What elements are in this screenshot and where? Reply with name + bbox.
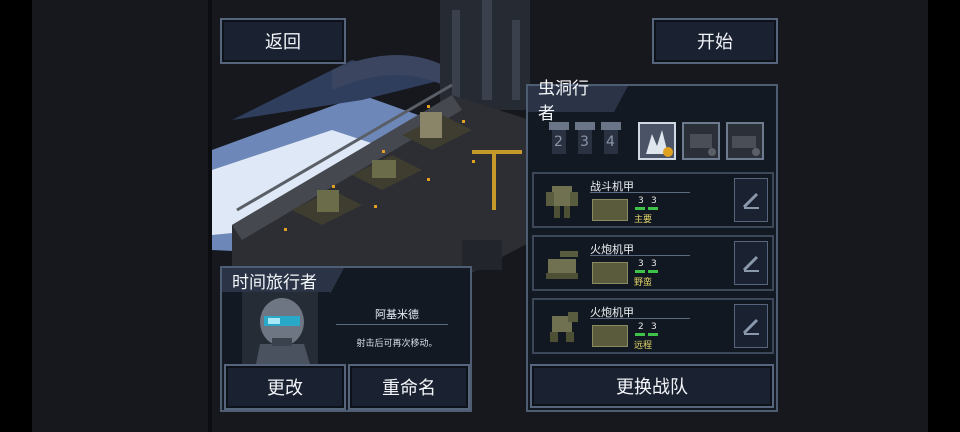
rename-button[interactable]: 重命名 (348, 364, 470, 410)
pilot-slot-4-number: 4 (606, 134, 615, 150)
pencil-icon (742, 318, 759, 335)
unit-stat-b: 3 (651, 259, 657, 269)
pilot-name: 阿基米德 (375, 308, 419, 321)
pilot-slot-2-number: 2 (554, 134, 563, 150)
divider (590, 255, 690, 256)
stat-bar (648, 333, 658, 336)
edit-unit-button[interactable] (734, 241, 768, 285)
stat-bar (635, 270, 645, 273)
combat-mech-icon (546, 186, 578, 218)
unit-row[interactable]: 火炮机甲 2 3 远程 (532, 298, 774, 354)
pencil-icon (742, 192, 759, 209)
divider (336, 324, 448, 325)
stat-bar (635, 333, 645, 336)
pilot-avatar-icon (242, 292, 318, 364)
artillery-mech-icon (546, 251, 578, 279)
divider (590, 192, 690, 193)
unit-stat-a: 3 (638, 196, 644, 206)
pilot-title: 时间旅行者 (222, 268, 344, 294)
weapon-icon[interactable] (592, 325, 628, 347)
unit-stat-a: 3 (638, 259, 644, 269)
hangar-background (32, 0, 928, 432)
island-icon-locked[interactable] (682, 122, 720, 160)
unit-row[interactable]: 战斗机甲 3 3 主要 (532, 172, 774, 228)
swap-squad-button[interactable]: 更换战队 (530, 364, 774, 408)
stat-bar (648, 270, 658, 273)
unit-stat-b: 3 (651, 196, 657, 206)
pencil-icon (742, 255, 759, 272)
unit-stat-a: 2 (638, 322, 644, 332)
crystal-icon[interactable] (638, 122, 676, 160)
edit-unit-button[interactable] (734, 178, 768, 222)
stat-bar (648, 207, 658, 210)
pilot-slot-3[interactable]: 3 (572, 122, 598, 156)
unit-row[interactable]: 火炮机甲 3 3 野蛮 (532, 235, 774, 291)
unit-stat-b: 3 (651, 322, 657, 332)
unit-role: 野蛮 (634, 278, 653, 288)
pilot-ability: 射击后可再次移动。 (356, 339, 438, 349)
pilot-slot-4[interactable]: 4 (598, 122, 624, 156)
start-button[interactable]: 开始 (652, 18, 778, 64)
pilot-panel: 时间旅行者 阿基米德 射击后可再次移动。 更改 重命名 (220, 266, 472, 412)
squad-panel: 虫洞行者 2 3 4 战斗机甲 3 3 主要 火炮机甲 3 3 野蛮 火炮机甲 … (526, 79, 778, 412)
game-scene (32, 0, 928, 432)
pilot-slot-2[interactable]: 2 (546, 122, 572, 156)
weapon-icon[interactable] (592, 262, 628, 284)
artillery-mech-icon (550, 312, 578, 342)
stat-bar (635, 207, 645, 210)
pilot-slot-3-number: 3 (580, 134, 589, 150)
weapon-icon[interactable] (592, 199, 628, 221)
island-icon-locked-2[interactable] (726, 122, 764, 160)
unit-role: 远程 (634, 341, 653, 351)
unit-role: 主要 (634, 215, 653, 225)
pilot-portrait[interactable] (242, 292, 318, 364)
change-pilot-button[interactable]: 更改 (224, 364, 346, 410)
squad-title: 虫洞行者 (528, 79, 628, 124)
back-button[interactable]: 返回 (220, 18, 346, 64)
edit-unit-button[interactable] (734, 304, 768, 348)
divider (590, 318, 690, 319)
